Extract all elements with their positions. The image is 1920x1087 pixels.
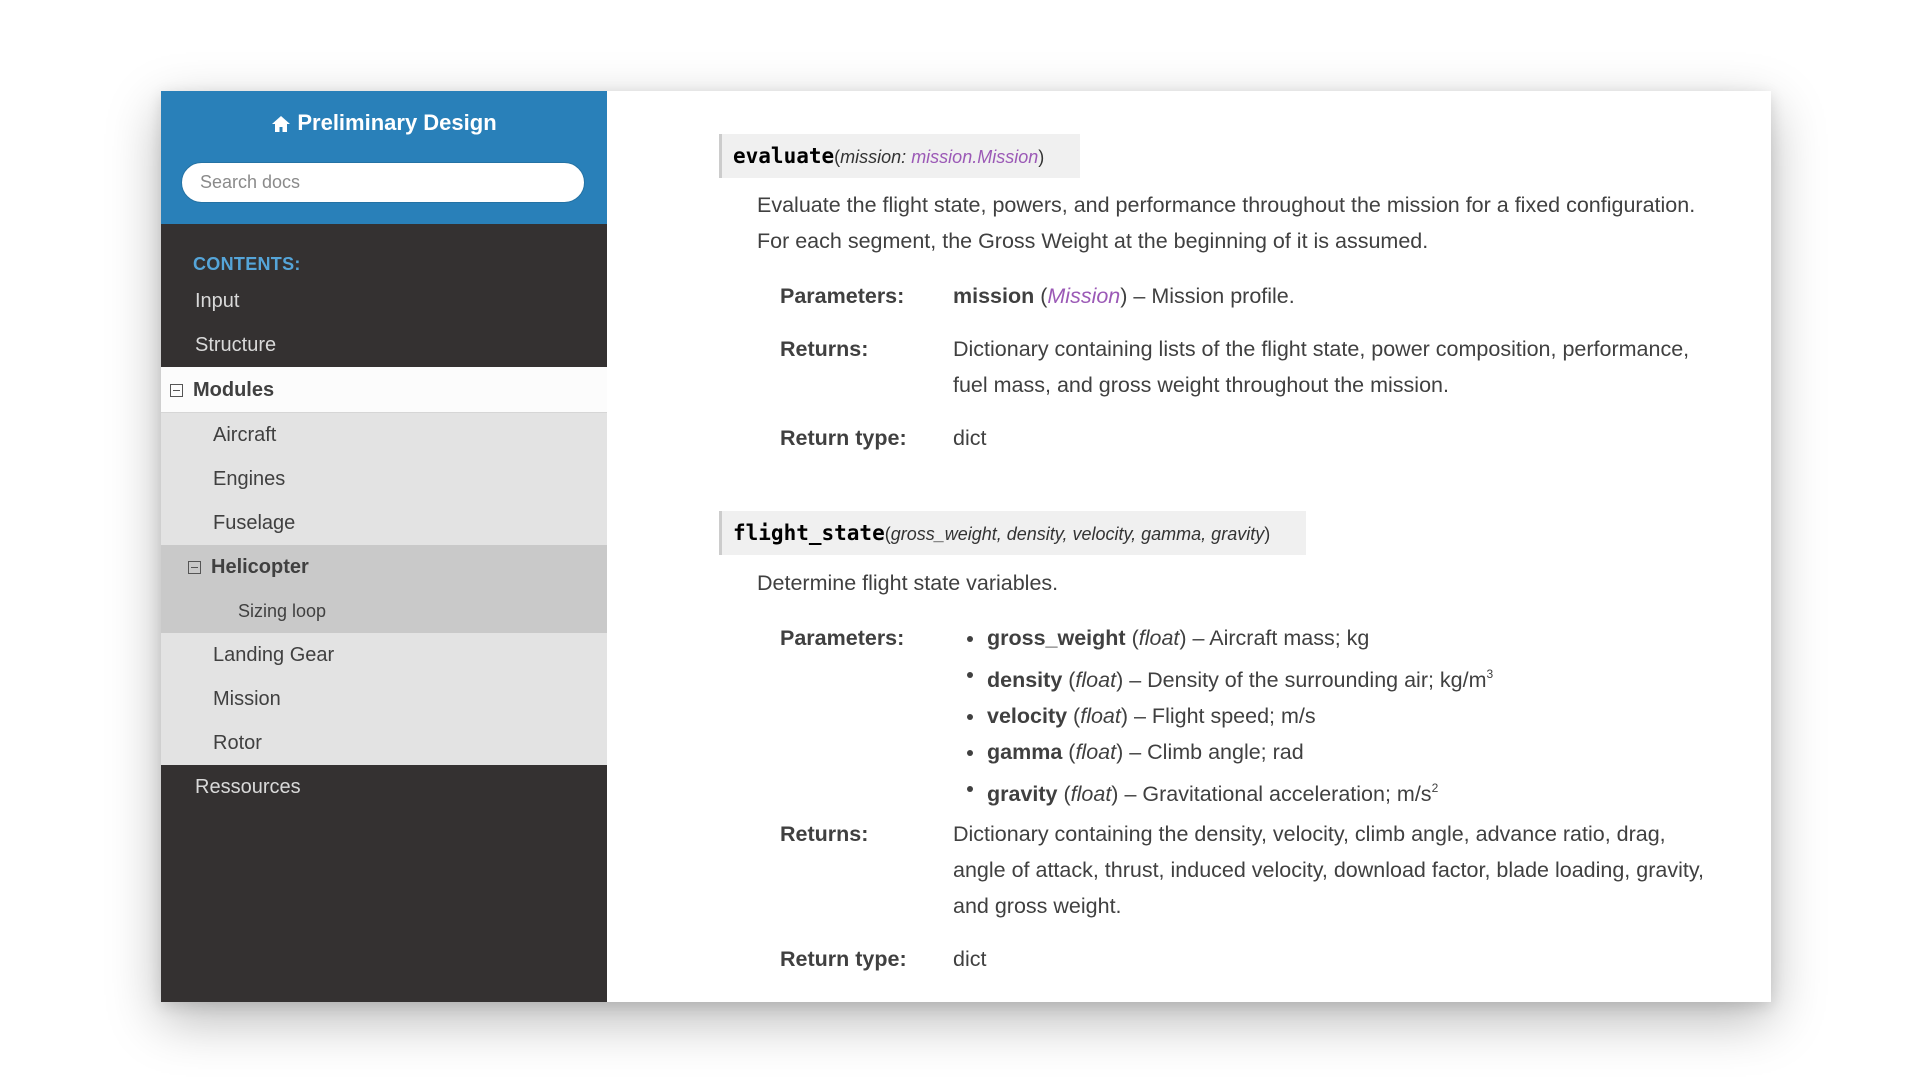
sidebar-item-modules[interactable]: Modules xyxy=(161,367,607,413)
param-type: float xyxy=(1070,782,1112,806)
list-item: gross_weight (float) – Aircraft mass; kg xyxy=(967,620,1747,656)
return-type-value: dict xyxy=(953,426,987,450)
function-description: Determine flight state variables. xyxy=(757,571,1059,595)
sidebar-item-label: Helicopter xyxy=(211,556,309,578)
parameter-entry: mission (Mission) – Mission profile. xyxy=(953,284,1295,308)
sidebar-item-landing-gear[interactable]: Landing Gear xyxy=(161,633,607,677)
function-args: gross_weight, density, velocity, gamma, … xyxy=(890,524,1265,544)
sidebar-item-input[interactable]: Input xyxy=(161,279,607,323)
collapse-icon[interactable] xyxy=(170,384,183,397)
docs-window: Preliminary Design CONTENTS: Input Struc… xyxy=(161,91,1771,1002)
list-item: gravity (float) – Gravitational accelera… xyxy=(967,770,1747,812)
returns-text: Dictionary containing the density, veloc… xyxy=(953,822,1704,918)
parameters-label: Parameters: xyxy=(780,626,905,650)
contents-caption: CONTENTS: xyxy=(193,254,301,274)
param-name: gravity xyxy=(987,782,1058,806)
sidebar-item-label: Structure xyxy=(195,334,277,356)
function-signature-flight-state: flight_state(gross_weight, density, velo… xyxy=(719,511,1307,555)
param-type: float xyxy=(1080,704,1121,728)
sidebar-item-sizing-loop[interactable]: Sizing loop xyxy=(161,589,607,633)
param-type-link[interactable]: Mission xyxy=(1047,284,1120,308)
return-type-label: Return type: xyxy=(780,947,907,971)
sidebar-item-aircraft[interactable]: Aircraft xyxy=(161,413,607,457)
param-description: – Gravitational acceleration; m/s xyxy=(1124,782,1432,806)
parameter-list: gross_weight (float) – Aircraft mass; kg… xyxy=(953,620,1747,812)
return-type-value: dict xyxy=(953,947,987,971)
sidebar-item-label: Modules xyxy=(193,379,275,401)
param-description: – Mission profile. xyxy=(1133,284,1295,308)
sidebar-item-label: Rotor xyxy=(213,732,262,754)
param-type-link[interactable]: mission.Mission xyxy=(911,147,1038,167)
main-content: evaluate(mission: mission.Mission) Evalu… xyxy=(607,91,1771,1002)
sidebar-header: Preliminary Design xyxy=(161,91,607,224)
home-icon xyxy=(272,116,291,132)
sidebar-item-label: Aircraft xyxy=(213,424,277,446)
sidebar-item-engines[interactable]: Engines xyxy=(161,457,607,501)
param-description: – Climb angle; rad xyxy=(1129,740,1304,764)
sidebar-item-label: Mission xyxy=(213,688,281,710)
sidebar-item-label: Fuselage xyxy=(213,512,296,534)
return-type-label: Return type: xyxy=(780,426,907,450)
param-name: gamma xyxy=(987,740,1063,764)
sidebar-item-ressources[interactable]: Ressources xyxy=(161,765,607,809)
sidebar-item-label: Ressources xyxy=(195,776,301,798)
search-input[interactable] xyxy=(181,162,585,203)
sidebar-item-mission[interactable]: Mission xyxy=(161,677,607,721)
paren: ) xyxy=(1264,524,1271,544)
brand-link[interactable]: Preliminary Design xyxy=(161,107,607,139)
function-name: flight_state xyxy=(733,521,885,545)
brand-title: Preliminary Design xyxy=(297,110,497,135)
list-item: gamma (float) – Climb angle; rad xyxy=(967,734,1747,770)
param-description: – Density of the surrounding air; kg/m xyxy=(1129,668,1487,692)
param-description: – Aircraft mass; kg xyxy=(1192,626,1370,650)
param-name: density xyxy=(987,668,1063,692)
sidebar-item-helicopter[interactable]: Helicopter xyxy=(161,545,607,589)
param-description: – Flight speed; m/s xyxy=(1134,704,1316,728)
sidebar-item-label: Input xyxy=(195,290,240,312)
superscript: 2 xyxy=(1431,781,1439,795)
sidebar-item-label: Landing Gear xyxy=(213,644,335,666)
sidebar-item-label: Engines xyxy=(213,468,286,490)
parameters-label: Parameters: xyxy=(780,284,905,308)
list-item: velocity (float) – Flight speed; m/s xyxy=(967,698,1747,734)
returns-label: Returns: xyxy=(780,822,869,846)
superscript: 3 xyxy=(1486,667,1494,681)
sidebar-item-rotor[interactable]: Rotor xyxy=(161,721,607,765)
param-name: mission xyxy=(953,284,1035,308)
param-type: float xyxy=(1138,626,1180,650)
sidebar-item-structure[interactable]: Structure xyxy=(161,323,607,367)
collapse-icon[interactable] xyxy=(188,561,201,574)
sidebar-item-label: Sizing loop xyxy=(238,601,327,621)
list-item: density (float) – Density of the surroun… xyxy=(967,656,1747,698)
returns-text: Dictionary containing lists of the fligh… xyxy=(953,337,1690,397)
function-signature-evaluate: evaluate(mission: mission.Mission) xyxy=(719,134,1081,178)
sidebar-item-fuselage[interactable]: Fuselage xyxy=(161,501,607,545)
param-name: gross_weight xyxy=(987,626,1126,650)
function-name: evaluate xyxy=(733,144,835,168)
param-type: float xyxy=(1075,740,1117,764)
param-name: velocity xyxy=(987,704,1068,728)
param-name: mission: xyxy=(840,147,907,167)
sidebar: Preliminary Design CONTENTS: Input Struc… xyxy=(161,91,607,1002)
function-description: Evaluate the flight state, powers, and p… xyxy=(757,193,1696,253)
param-type: float xyxy=(1075,668,1117,692)
returns-label: Returns: xyxy=(780,337,869,361)
paren: ) xyxy=(1038,147,1045,167)
